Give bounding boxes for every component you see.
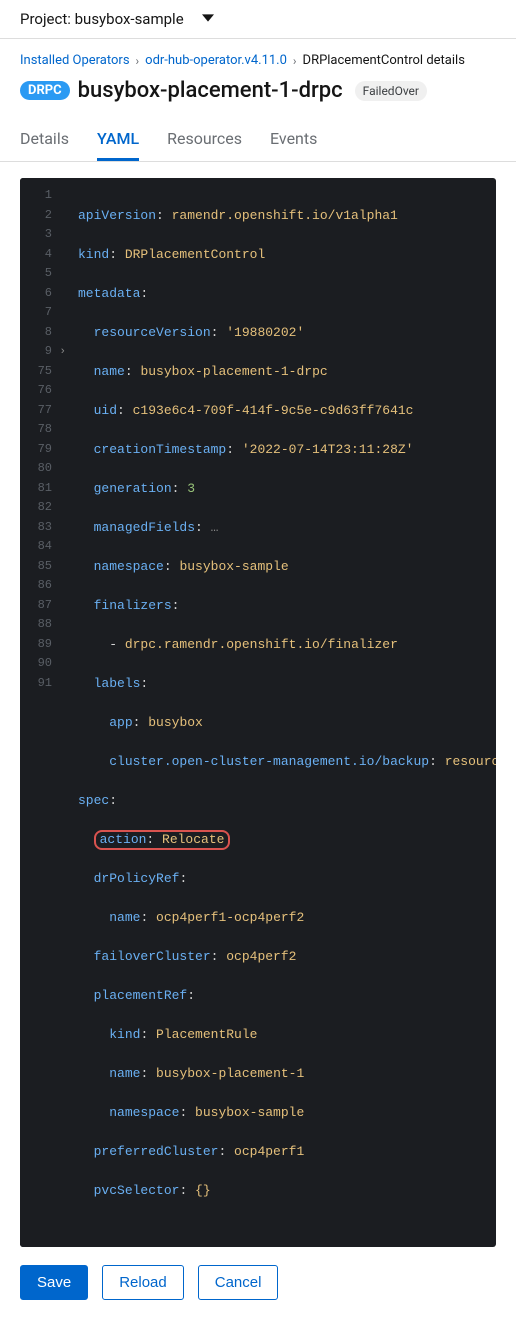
resource-badge: DRPC [20, 81, 70, 100]
caret-down-icon [202, 10, 214, 28]
page-title-row: DRPC busybox-placement-1-drpc FailedOver [0, 68, 516, 121]
tab-events[interactable]: Events [270, 121, 317, 161]
page-title: busybox-placement-1-drpc [78, 78, 343, 103]
save-button[interactable]: Save [20, 1265, 88, 1300]
project-selector[interactable]: Project: busybox-sample [0, 0, 516, 39]
chevron-right-icon: › [293, 54, 297, 68]
tab-yaml[interactable]: YAML [97, 121, 139, 161]
yaml-editor[interactable]: 123456789›757677787980818283848586878889… [20, 178, 496, 1247]
editor-code[interactable]: apiVersion: ramendr.openshift.io/v1alpha… [60, 178, 496, 1247]
cancel-button[interactable]: Cancel [198, 1265, 279, 1300]
reload-button[interactable]: Reload [102, 1265, 184, 1300]
chevron-right-icon: › [136, 54, 140, 68]
status-badge: FailedOver [355, 81, 427, 101]
highlighted-action: action: Relocate [94, 830, 231, 851]
breadcrumb-operator[interactable]: odr-hub-operator.v4.11.0 [145, 53, 287, 68]
fold-chevron-icon[interactable]: › [59, 344, 66, 361]
breadcrumb: Installed Operators › odr-hub-operator.v… [0, 39, 516, 68]
tab-details[interactable]: Details [20, 121, 69, 161]
breadcrumb-current: DRPlacementControl details [303, 53, 465, 68]
footer-actions: Save Reload Cancel [0, 1255, 516, 1318]
breadcrumb-installed-operators[interactable]: Installed Operators [20, 53, 130, 68]
editor-gutter: 123456789›757677787980818283848586878889… [20, 178, 60, 1247]
tabs: Details YAML Resources Events [0, 121, 516, 162]
tab-resources[interactable]: Resources [167, 121, 242, 161]
project-label: Project: busybox-sample [20, 10, 184, 28]
